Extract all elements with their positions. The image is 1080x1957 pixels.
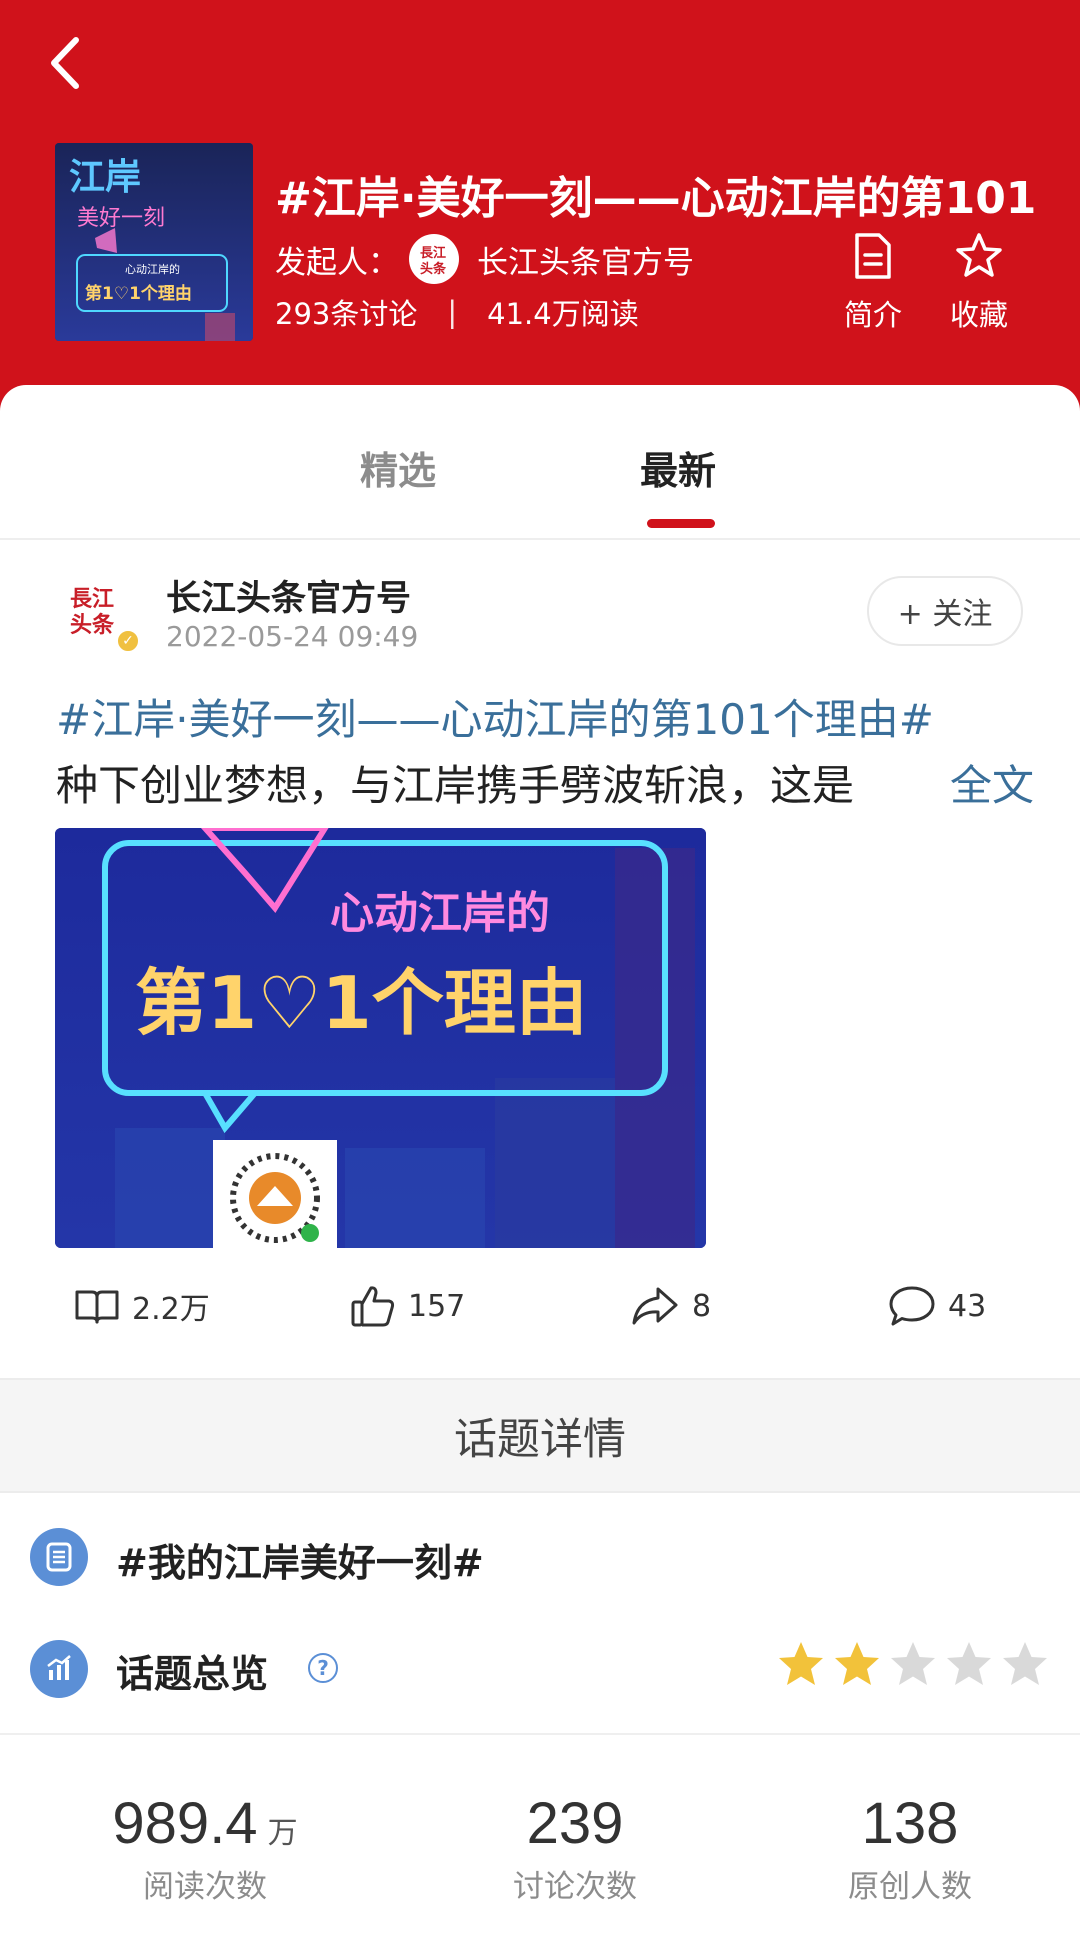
comment-bubble-icon	[889, 1286, 935, 1326]
svg-text:長江: 長江	[70, 586, 114, 612]
tab-divider	[0, 538, 1080, 540]
svg-text:头条: 头条	[420, 261, 447, 277]
metric-unit: 万	[267, 1816, 298, 1851]
initiator-label: 发起人：	[275, 244, 399, 281]
thumbs-up-icon	[351, 1286, 395, 1327]
star-filled-icon	[779, 1642, 823, 1685]
metric-value: 138	[861, 1791, 959, 1856]
topic-title: #江岸·美好一刻——心动江岸的第101	[275, 173, 1035, 224]
star-empty-icon	[891, 1642, 935, 1685]
post-hashtag[interactable]: #江岸·美好一刻——心动江岸的第101个理由#	[56, 686, 934, 747]
active-tab-indicator	[647, 519, 715, 528]
image-headline-2: 第1♡1个理由	[135, 961, 588, 1045]
topic-header: 江岸 美好一刻 心动江岸的 第1♡1个理由 #江岸·美好一刻——心动江岸的第10…	[0, 0, 1080, 420]
svg-text:头条: 头条	[70, 612, 115, 638]
section-divider	[0, 1733, 1080, 1735]
verified-badge-icon: ✓	[116, 629, 140, 653]
topic-hashtag[interactable]: #我的江岸美好一刻#	[116, 1532, 484, 1587]
cover-subtitle: 美好一刻	[77, 206, 165, 231]
star-filled-icon	[835, 1642, 879, 1685]
like-count: 157	[408, 1288, 466, 1324]
full-text-link[interactable]: 全文	[930, 752, 1035, 813]
intro-label: 简介	[843, 298, 902, 332]
topic-details-header: 话题详情	[0, 1378, 1080, 1493]
overview-title: 话题总览	[116, 1652, 269, 1696]
initiator-row: 发起人： 長江 头条 长江头条官方号	[275, 232, 694, 286]
post-text: 种下创业梦想，与江岸携手劈波斩浪，这是	[56, 761, 855, 810]
like-button[interactable]: 157	[350, 1283, 465, 1329]
star-empty-icon	[1003, 1642, 1047, 1685]
image-headline: 心动江岸的	[330, 888, 550, 939]
favorite-label: 收藏	[949, 298, 1008, 332]
tab-latest[interactable]: 最新	[640, 440, 716, 495]
cover-caption: 心动江岸的	[125, 262, 180, 276]
comment-count: 43	[948, 1288, 987, 1324]
svg-text:長江: 長江	[420, 245, 446, 261]
metric-discussions: 239 讨论次数	[425, 1790, 725, 1906]
metric-label: 讨论次数	[513, 1869, 637, 1905]
metric-reads: 989.4 万 阅读次数	[55, 1790, 355, 1906]
post-image[interactable]: 心动江岸的 第1♡1个理由	[55, 828, 706, 1248]
star-outline-icon	[956, 233, 1002, 277]
tab-featured[interactable]: 精选	[360, 440, 436, 495]
share-arrow-icon	[632, 1287, 678, 1325]
list-icon	[30, 1528, 88, 1586]
follow-button[interactable]: + 关注	[867, 576, 1023, 646]
share-count: 8	[692, 1288, 712, 1324]
initiator-avatar[interactable]: 長江 头条	[409, 234, 459, 284]
intro-button[interactable]: 简介	[828, 228, 918, 338]
stats-separator: |	[447, 295, 458, 329]
metric-value: 989.4	[112, 1791, 258, 1856]
metric-creators: 138 原创人数	[760, 1790, 1060, 1906]
rating-stars	[774, 1638, 1054, 1692]
metric-value: 239	[526, 1791, 624, 1856]
discussion-count: 293条讨论	[275, 297, 418, 331]
topic-stats: 293条讨论 | 41.4万阅读	[275, 290, 639, 334]
read-stat: 2.2万	[74, 1283, 210, 1329]
bar-chart-icon	[30, 1640, 88, 1698]
share-button[interactable]: 8	[630, 1283, 711, 1329]
cover-caption-2: 第1♡1个理由	[85, 283, 192, 304]
author-name[interactable]: 长江头条官方号	[166, 570, 411, 621]
cover-title: 江岸	[69, 157, 141, 198]
metric-label: 原创人数	[848, 1869, 972, 1905]
favorite-button[interactable]: 收藏	[934, 228, 1024, 338]
post-timestamp: 2022-05-24 09:49	[166, 620, 419, 653]
read-count-label: 2.2万	[132, 1292, 210, 1327]
comment-button[interactable]: 43	[888, 1283, 986, 1329]
document-icon	[855, 233, 891, 279]
metric-label: 阅读次数	[143, 1869, 267, 1905]
topic-cover-image: 江岸 美好一刻 心动江岸的 第1♡1个理由	[55, 143, 253, 341]
back-button[interactable]	[34, 28, 104, 98]
initiator-logo-icon: 長江 头条	[420, 245, 447, 277]
chevron-left-icon	[51, 37, 79, 89]
help-icon[interactable]: ?	[308, 1653, 338, 1683]
read-count: 41.4万阅读	[487, 297, 639, 331]
initiator-name[interactable]: 长江头条官方号	[477, 237, 694, 282]
open-book-icon	[75, 1290, 119, 1324]
star-empty-icon	[947, 1642, 991, 1685]
